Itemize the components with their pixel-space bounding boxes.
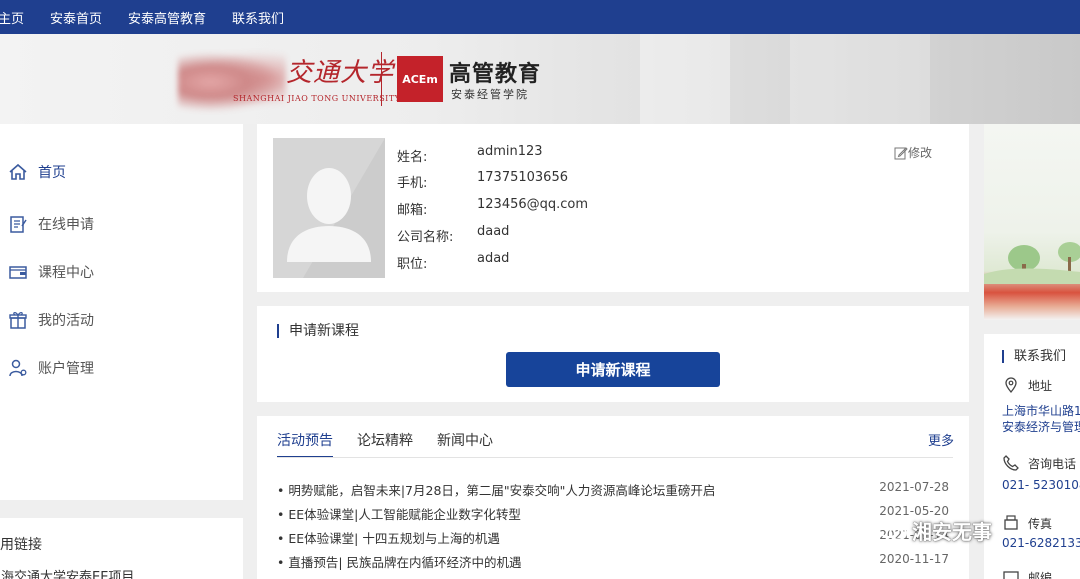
mail-label: 邮编 — [1028, 570, 1053, 579]
profile-label-position: 职位: — [397, 257, 428, 272]
nav-contact[interactable]: 联系我们 — [232, 8, 284, 27]
tab-divider — [277, 457, 953, 458]
logo-divider — [381, 52, 382, 106]
news-item[interactable]: • EE体验课堂|人工智能赋能企业数字化转型 2021-05-20 — [277, 504, 949, 522]
form-icon — [8, 214, 28, 234]
edit-label: 修改 — [908, 146, 933, 160]
landscape-illustration — [984, 242, 1080, 284]
edit-icon — [894, 146, 908, 159]
university-seal-blurred — [178, 52, 286, 112]
sidebar-item-courses[interactable]: 课程中心 — [8, 262, 94, 282]
apply-section-title: 申请新课程 — [277, 324, 359, 338]
home-icon — [8, 162, 28, 182]
profile-value-email: 123456@qq.com — [477, 197, 589, 212]
profile-card: 姓名: admin123 手机: 17375103656 邮箱: 123456@… — [257, 124, 969, 292]
top-nav: 主页 安泰首页 安泰高管教育 联系我们 — [0, 0, 1080, 34]
nav-antai-ee[interactable]: 安泰高管教育 — [128, 8, 206, 27]
banner-building — [640, 34, 730, 124]
phone-number: 021- 52301085 — [1002, 478, 1080, 492]
university-name-cn: 交通大学 — [286, 58, 395, 88]
nav-home[interactable]: 主页 — [0, 8, 24, 27]
sidebar-item-account[interactable]: 账户管理 — [8, 358, 94, 378]
news-item[interactable]: • 明势赋能，启智未来|7月28日，第二届"安泰交响"人力资源高峰论坛重磅开启 … — [277, 480, 949, 498]
profile-value-company: daad — [477, 224, 510, 239]
sidebar-item-apply[interactable]: 在线申请 — [8, 214, 94, 234]
watermark-text: 湘安无事 — [912, 520, 992, 544]
profile-label-company: 公司名称: — [397, 230, 454, 245]
ee-subtitle: 安泰经管学院 — [451, 88, 529, 101]
sidebar-item-label: 账户管理 — [38, 361, 94, 377]
news-item-title: • EE体验课堂|人工智能赋能企业数字化转型 — [277, 507, 521, 522]
avatar-placeholder-icon — [287, 138, 385, 278]
address-label: 地址 — [1028, 378, 1053, 393]
tab-events[interactable]: 活动预告 — [277, 430, 333, 458]
news-item[interactable]: • 直播预告| 民族品牌在内循环经济中的机遇 2020-11-17 — [277, 552, 949, 570]
sidebar-item-label: 首页 — [38, 165, 66, 181]
contact-panel: 联系我们 地址 上海市华山路1954号 安泰经济与管理学院 咨询电话 021- … — [984, 334, 1080, 579]
profile-value-position: adad — [477, 251, 510, 266]
tab-forum[interactable]: 论坛精粹 — [357, 430, 413, 456]
profile-label-email: 邮箱: — [397, 203, 428, 218]
contact-phone-row: 咨询电话 — [1002, 454, 1076, 472]
apply-course-card: 申请新课程 申请新课程 — [257, 306, 969, 402]
contact-title: 联系我们 — [1002, 350, 1066, 363]
profile-label-name: 姓名: — [397, 150, 428, 165]
sidebar: 首页 在线申请 课程中心 我的活动 账户管理 — [0, 124, 243, 500]
sidebar-item-label: 课程中心 — [38, 265, 94, 281]
phone-label: 咨询电话 — [1028, 456, 1077, 471]
news-item-title: • 明势赋能，启智未来|7月28日，第二届"安泰交响"人力资源高峰论坛重磅开启 — [277, 483, 716, 498]
news-item-date: 2020-11-17 — [879, 552, 949, 566]
mail-icon — [1003, 571, 1019, 579]
news-card: 活动预告 论坛精粹 新闻中心 更多 • 明势赋能，启智未来|7月28日，第二届"… — [257, 416, 969, 579]
account-icon — [8, 358, 28, 378]
location-icon — [1005, 377, 1017, 394]
wechat-watermark: 湘安无事 — [878, 516, 992, 545]
news-item[interactable]: • EE体验课堂| 十四五规划与上海的机遇 2021-01-14 — [277, 528, 949, 546]
useful-links-panel: 常用链接 上海交通大学安泰EE项目 — [0, 518, 243, 579]
profile-value-name: admin123 — [477, 144, 543, 159]
contact-address-row: 地址 — [1002, 376, 1052, 394]
banner-building — [790, 34, 930, 124]
sidebar-item-label: 我的活动 — [38, 313, 94, 329]
fax-label: 传真 — [1028, 516, 1053, 531]
useful-link-item[interactable]: 上海交通大学安泰EE项目 — [0, 566, 134, 579]
contact-mail-row: 邮编 — [1002, 568, 1052, 579]
sidebar-item-home[interactable]: 首页 — [8, 162, 66, 182]
news-item-title: • 直播预告| 民族品牌在内循环经济中的机遇 — [277, 555, 522, 570]
nav-antai-home[interactable]: 安泰首页 — [50, 8, 102, 27]
useful-links-title: 常用链接 — [0, 537, 42, 553]
contact-fax-row: 传真 — [1002, 514, 1052, 532]
gift-icon — [8, 310, 28, 330]
more-link[interactable]: 更多 — [928, 430, 954, 449]
news-item-date: 2021-07-28 — [879, 480, 949, 494]
edit-profile-button[interactable]: 修改 — [894, 144, 932, 161]
avatar — [273, 138, 385, 278]
apply-new-course-button[interactable]: 申请新课程 — [506, 352, 720, 387]
header-banner: 交通大学 SHANGHAI JIAO TONG UNIVERSITY ACEm … — [0, 34, 1080, 124]
promo-image[interactable] — [984, 124, 1080, 320]
wechat-icon — [878, 519, 907, 540]
address-line-1: 上海市华山路1954号 — [1002, 404, 1080, 418]
university-name-en: SHANGHAI JIAO TONG UNIVERSITY — [233, 94, 401, 103]
news-item-title: • EE体验课堂| 十四五规划与上海的机遇 — [277, 531, 500, 546]
profile-value-phone: 17375103656 — [477, 170, 568, 185]
sidebar-item-label: 在线申请 — [38, 217, 94, 233]
fax-icon — [1004, 515, 1018, 530]
profile-label-phone: 手机: — [397, 176, 428, 191]
sidebar-item-activities[interactable]: 我的活动 — [8, 310, 94, 330]
fax-number: 021-62821336 — [1002, 536, 1080, 550]
wallet-icon — [8, 262, 28, 282]
address-line-2: 安泰经济与管理学院 — [1002, 420, 1080, 434]
tab-news-center[interactable]: 新闻中心 — [437, 430, 493, 456]
phone-icon — [1003, 455, 1019, 471]
ee-title: 高管教育 — [449, 62, 542, 87]
acem-logo: ACEm — [397, 56, 443, 102]
